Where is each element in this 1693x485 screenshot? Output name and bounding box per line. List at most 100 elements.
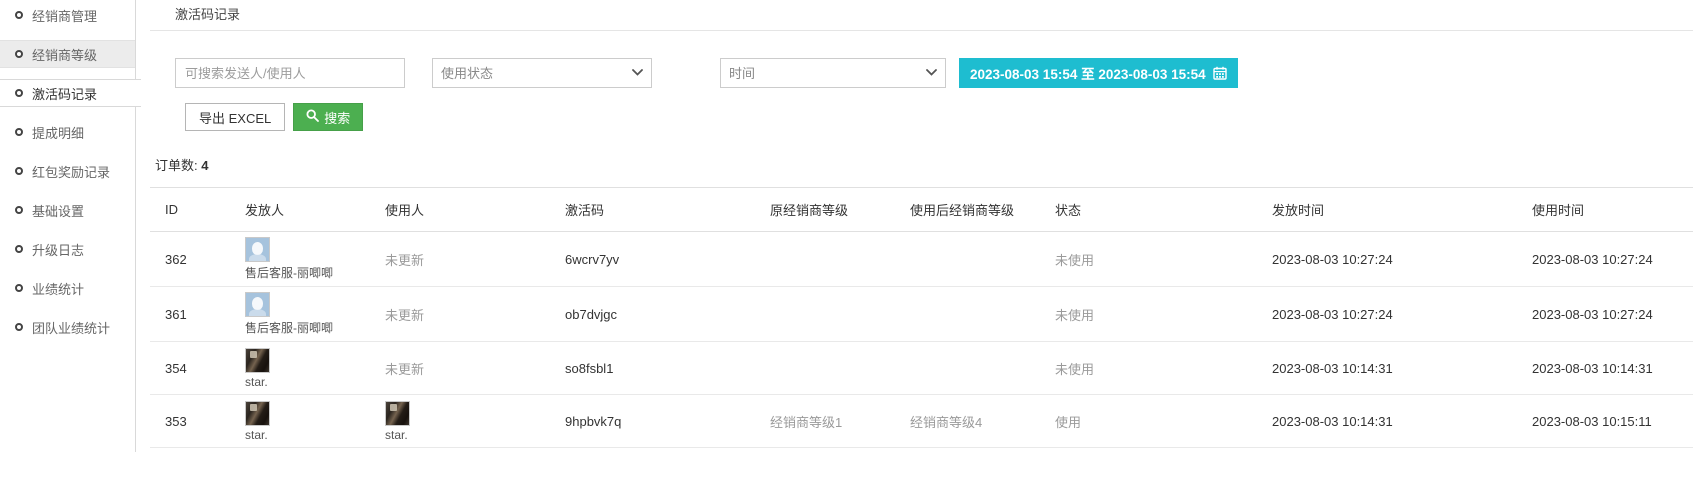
sidebar-item-label: 经销商管理 <box>32 6 97 25</box>
table-row: 354 star. 未更新 so8fsbl1 未使用 2023-08-03 10… <box>150 342 1693 395</box>
records-table: ID 发放人 使用人 激活码 原经销商等级 使用后经销商等级 状态 发放时间 使… <box>150 187 1693 448</box>
sender-cell: star. <box>235 395 375 448</box>
filter-row: 使用状态 时间 2023-08-03 15:54 至 2023-08-03 15… <box>175 58 1693 88</box>
search-button-label: 搜索 <box>324 108 350 127</box>
id-cell: 354 <box>150 342 235 395</box>
column-header-sender: 发放人 <box>235 188 375 232</box>
column-header-user: 使用人 <box>375 188 555 232</box>
sidebar-item-label: 基础设置 <box>32 201 84 220</box>
user-cell: 未更新 <box>375 232 555 287</box>
order-count-value: 4 <box>201 158 208 173</box>
status-cell: 未使用 <box>1045 287 1262 342</box>
sidebar-item-dealer-management[interactable]: 经销商管理 <box>0 1 136 29</box>
orig-level-cell <box>760 287 900 342</box>
sidebar-item-basic-settings[interactable]: 基础设置 <box>0 196 136 224</box>
sidebar-item-label: 经销商等级 <box>32 45 97 64</box>
sidebar-item-commission-detail[interactable]: 提成明细 <box>0 118 136 146</box>
sender-name: 售后客服-丽唧唧 <box>245 319 365 336</box>
use-time-cell: 2023-08-03 10:27:24 <box>1522 287 1693 342</box>
order-count: 订单数: 4 <box>155 155 1693 174</box>
user-cell: 未更新 <box>375 287 555 342</box>
status-cell: 使用 <box>1045 395 1262 448</box>
sender-cell: 售后客服-丽唧唧 <box>235 287 375 342</box>
date-range-label: 2023-08-03 15:54 至 2023-08-03 15:54 <box>970 63 1206 83</box>
sender-cell: 售后客服-丽唧唧 <box>235 232 375 287</box>
column-header-use-time: 使用时间 <box>1522 188 1693 232</box>
send-time-cell: 2023-08-03 10:27:24 <box>1262 287 1522 342</box>
user-avatar <box>385 401 410 426</box>
time-select-wrap: 时间 <box>720 58 946 88</box>
sidebar-item-activation-code-records[interactable]: 激活码记录 <box>0 79 141 107</box>
column-header-status: 状态 <box>1045 188 1262 232</box>
sender-avatar <box>245 348 270 373</box>
sidebar-item-team-performance-stats[interactable]: 团队业绩统计 <box>0 313 136 341</box>
circle-icon <box>15 323 23 331</box>
sender-name: 售后客服-丽唧唧 <box>245 264 365 281</box>
id-cell: 362 <box>150 232 235 287</box>
id-cell: 353 <box>150 395 235 448</box>
sidebar-item-redpacket-records[interactable]: 红包奖励记录 <box>0 157 136 185</box>
status-select-wrap: 使用状态 <box>432 58 652 88</box>
id-cell: 361 <box>150 287 235 342</box>
sidebar-item-label: 业绩统计 <box>32 279 84 298</box>
column-header-orig-level: 原经销商等级 <box>760 188 900 232</box>
search-button[interactable]: 搜索 <box>293 103 363 131</box>
orig-level-cell <box>760 342 900 395</box>
sidebar-item-dealer-level[interactable]: 经销商等级 <box>0 40 136 68</box>
column-header-id: ID <box>150 188 235 232</box>
column-header-after-level: 使用后经销商等级 <box>900 188 1045 232</box>
use-time-cell: 2023-08-03 10:27:24 <box>1522 232 1693 287</box>
circle-icon <box>15 50 23 58</box>
search-input[interactable] <box>175 58 405 88</box>
order-count-label: 订单数: <box>155 158 198 173</box>
send-time-cell: 2023-08-03 10:27:24 <box>1262 232 1522 287</box>
search-icon <box>306 109 319 125</box>
circle-icon <box>15 206 23 214</box>
sidebar-item-upgrade-log[interactable]: 升级日志 <box>0 235 136 263</box>
use-time-cell: 2023-08-03 10:15:11 <box>1522 395 1693 448</box>
circle-icon <box>15 284 23 292</box>
date-range-button[interactable]: 2023-08-03 15:54 至 2023-08-03 15:54 <box>959 58 1238 88</box>
circle-icon <box>15 128 23 136</box>
circle-icon <box>15 167 23 175</box>
time-select[interactable]: 时间 <box>720 58 946 88</box>
code-cell: 9hpbvk7q <box>555 395 760 448</box>
app-window: 经销商管理 经销商等级 激活码记录 提成明细 红包奖励记录 基础设置 升级日志 <box>0 0 1693 485</box>
orig-level-cell <box>760 232 900 287</box>
sender-name: star. <box>245 375 365 389</box>
send-time-cell: 2023-08-03 10:14:31 <box>1262 395 1522 448</box>
sender-name: star. <box>245 428 365 442</box>
orig-level-cell: 经销商等级1 <box>760 395 900 448</box>
page-title: 激活码记录 <box>150 0 1693 31</box>
status-select[interactable]: 使用状态 <box>432 58 652 88</box>
button-row: 导出 EXCEL 搜索 <box>185 103 1693 131</box>
sidebar: 经销商管理 经销商等级 激活码记录 提成明细 红包奖励记录 基础设置 升级日志 <box>0 0 136 485</box>
after-level-cell <box>900 342 1045 395</box>
code-cell: ob7dvjgc <box>555 287 760 342</box>
export-excel-button[interactable]: 导出 EXCEL <box>185 103 285 131</box>
after-level-cell <box>900 287 1045 342</box>
user-cell: star. <box>375 395 555 448</box>
main-content: 激活码记录 使用状态 时间 2023-08-03 15:54 <box>136 0 1693 485</box>
after-level-cell <box>900 232 1045 287</box>
sidebar-divider <box>135 0 136 452</box>
send-time-cell: 2023-08-03 10:14:31 <box>1262 342 1522 395</box>
circle-icon <box>15 11 23 19</box>
sidebar-item-label: 提成明细 <box>32 123 84 142</box>
sidebar-item-label: 红包奖励记录 <box>32 162 110 181</box>
sidebar-item-label: 升级日志 <box>32 240 84 259</box>
user-cell: 未更新 <box>375 342 555 395</box>
table-row: 353 star. star. 9hpbvk7q 经销商等级1 经销商等级4 使… <box>150 395 1693 448</box>
sender-avatar <box>245 237 270 262</box>
sender-cell: star. <box>235 342 375 395</box>
sidebar-item-performance-stats[interactable]: 业绩统计 <box>0 274 136 302</box>
status-cell: 未使用 <box>1045 232 1262 287</box>
after-level-cell: 经销商等级4 <box>900 395 1045 448</box>
code-cell: 6wcrv7yv <box>555 232 760 287</box>
column-header-send-time: 发放时间 <box>1262 188 1522 232</box>
circle-icon <box>15 89 23 97</box>
table-header-row: ID 发放人 使用人 激活码 原经销商等级 使用后经销商等级 状态 发放时间 使… <box>150 188 1693 232</box>
use-time-cell: 2023-08-03 10:14:31 <box>1522 342 1693 395</box>
calendar-icon <box>1213 66 1227 80</box>
table-row: 362 售后客服-丽唧唧 未更新 6wcrv7yv 未使用 2023-08-03… <box>150 232 1693 287</box>
